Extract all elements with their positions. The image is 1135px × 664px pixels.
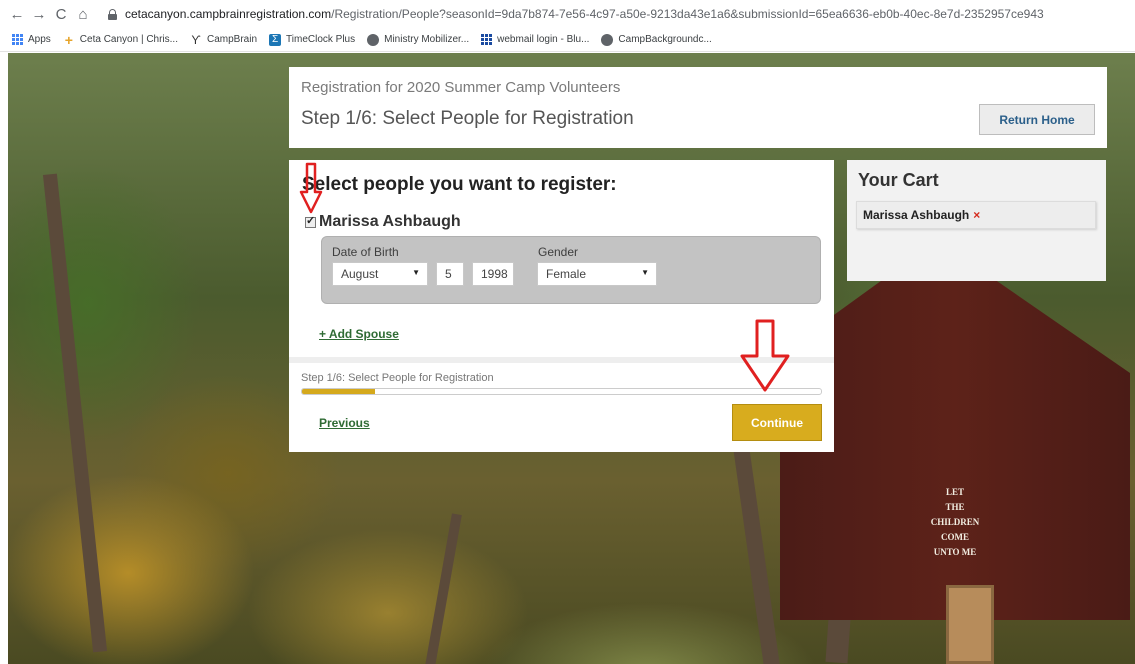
add-spouse-link[interactable]: + Add Spouse [319, 327, 399, 341]
progress-fill [302, 389, 375, 394]
url-host: cetacanyon.campbrainregistration.com [125, 7, 332, 21]
previous-link[interactable]: Previous [319, 416, 370, 430]
birth-month-value: August [341, 267, 379, 281]
bookmark-apps[interactable]: Apps [12, 34, 51, 45]
person-name: Marissa Ashbaugh [319, 213, 461, 230]
cart-item-name: Marissa Ashbaugh [863, 208, 970, 222]
section-heading: Select people you want to register: [302, 174, 617, 195]
cart-panel: Your Cart Marissa Ashbaugh × [847, 160, 1106, 281]
campbrain-icon: ϒ [191, 32, 201, 47]
person-details-box: Date of Birth Gender August ▼ 5 1998 Fem… [321, 236, 821, 304]
cart-title: Your Cart [858, 170, 939, 190]
person-checkbox[interactable] [305, 214, 316, 228]
birth-year-value: 1998 [481, 267, 508, 281]
apps-grid-icon [12, 34, 23, 45]
progress-label: Step 1/6: Select People for Registration [301, 372, 494, 384]
reload-icon[interactable]: C [50, 6, 72, 23]
globe-icon [367, 33, 380, 46]
bookmark-label: webmail login - Blu... [497, 34, 590, 45]
tree-trunk [424, 513, 462, 664]
bookmark-campbrain[interactable]: ϒ CampBrain [190, 34, 257, 46]
cross-icon: + [64, 31, 73, 48]
lock-icon [108, 8, 117, 20]
gender-label: Gender [538, 245, 579, 259]
bookmark-ceta-canyon[interactable]: + Ceta Canyon | Chris... [63, 31, 178, 48]
bookmark-label: CampBrain [207, 34, 258, 45]
chapel-sign-line: THE CHILDREN [930, 502, 980, 527]
bookmark-ministry-mobilizer[interactable]: Ministry Mobilizer... [367, 33, 470, 46]
remove-icon[interactable]: × [973, 208, 980, 222]
grid-icon [481, 34, 493, 45]
tree-trunk [42, 173, 108, 653]
chapel-door [946, 585, 994, 664]
birth-month-select[interactable]: August ▼ [332, 262, 428, 286]
forward-arrow-icon[interactable]: → [28, 6, 50, 23]
divider [289, 357, 834, 363]
back-arrow-icon[interactable]: ← [6, 6, 28, 23]
bookmark-label: Ceta Canyon | Chris... [79, 34, 178, 45]
dropdown-arrow-icon: ▼ [641, 268, 649, 277]
bookmark-label: TimeClock Plus [286, 34, 356, 45]
birth-day-input[interactable]: 5 [436, 262, 464, 286]
registration-header: Registration for 2020 Summer Camp Volunt… [289, 67, 1107, 148]
bookmark-label: CampBackgroundc... [618, 34, 712, 45]
chapel-sign-line: COME [941, 532, 969, 542]
chapel-sign-line: UNTO ME [933, 547, 977, 557]
person-row: Marissa Ashbaugh [305, 213, 461, 231]
globe-icon [601, 33, 614, 46]
continue-button[interactable]: Continue [732, 404, 822, 441]
registration-title: Registration for 2020 Summer Camp Volunt… [301, 79, 621, 96]
bookmark-label: Ministry Mobilizer... [384, 34, 470, 45]
chapel-sign: LET THE CHILDREN COME UNTO ME [925, 485, 985, 560]
select-people-panel: Select people you want to register: Mari… [289, 160, 834, 452]
dropdown-arrow-icon: ▼ [412, 268, 420, 277]
chapel-sign-line: LET [945, 487, 964, 497]
gender-select[interactable]: Female ▼ [537, 262, 657, 286]
bookmark-label: Apps [28, 34, 51, 45]
bookmark-timeclock[interactable]: Σ TimeClock Plus [269, 33, 356, 46]
birth-year-input[interactable]: 1998 [472, 262, 514, 286]
tree-trunk [731, 433, 781, 664]
return-home-button[interactable]: Return Home [979, 104, 1095, 135]
timeclock-icon: Σ [269, 33, 282, 46]
url-field[interactable]: cetacanyon.campbrainregistration.com/Reg… [108, 7, 1044, 21]
home-icon[interactable]: ⌂ [72, 6, 94, 23]
url-path: /Registration/People?seasonId=9da7b874-7… [331, 7, 1044, 21]
page-title: Step 1/6: Select People for Registration [301, 108, 634, 129]
cart-item: Marissa Ashbaugh × [856, 201, 1096, 229]
birth-day-value: 5 [445, 267, 452, 281]
gender-value: Female [546, 267, 587, 281]
bookmarks-bar: Apps + Ceta Canyon | Chris... ϒ CampBrai… [0, 28, 1135, 52]
bookmark-campbackground[interactable]: CampBackgroundc... [601, 33, 712, 46]
browser-address-bar: ← → C ⌂ cetacanyon.campbrainregistration… [0, 0, 1135, 28]
dob-label: Date of Birth [332, 245, 399, 259]
bookmark-webmail[interactable]: webmail login - Blu... [481, 34, 589, 45]
progress-bar [301, 388, 822, 395]
